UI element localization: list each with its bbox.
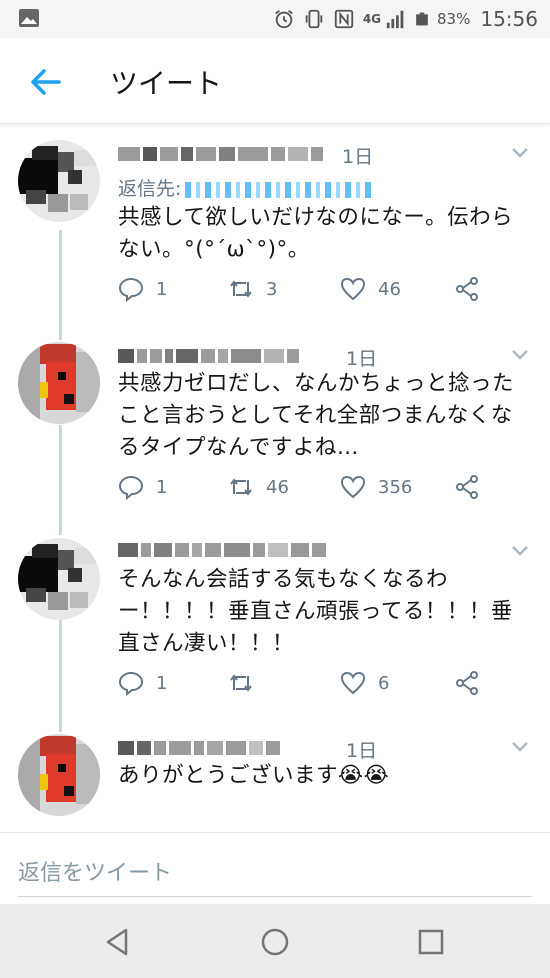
heart-icon — [340, 671, 366, 695]
like-count: 356 — [378, 476, 413, 498]
like-action[interactable]: 356 — [340, 474, 412, 500]
tweet-text: ありがとうございます😭😭 — [118, 763, 390, 788]
tweet-time: 1日 — [342, 146, 374, 168]
avatar[interactable] — [18, 342, 100, 424]
tweet-text: 共感力ゼロだし、なんかちょっと捻ったこと言おうとしてそれ全部つまんなくなるタイプ… — [118, 371, 515, 460]
app-bar: ツイート — [0, 38, 550, 124]
tweet-actions: 1 46 356 — [118, 474, 518, 504]
retweet-icon — [230, 674, 252, 692]
tweet-time: 1日 — [346, 348, 378, 370]
avatar[interactable] — [18, 140, 100, 222]
like-count: 46 — [378, 278, 401, 300]
image-icon — [19, 9, 39, 27]
reply-bar: 返信をツイート — [0, 832, 550, 904]
reply-action[interactable]: 1 — [118, 670, 167, 696]
nfc-icon — [334, 9, 353, 29]
avatar[interactable] — [18, 734, 100, 816]
tweet[interactable]: 1日 ありがとうございます😭😭 — [0, 722, 550, 832]
chevron-down-icon[interactable] — [510, 740, 530, 754]
retweet-icon — [230, 280, 252, 298]
share-action[interactable] — [454, 670, 480, 696]
like-count: 6 — [378, 672, 390, 694]
reply-count: 1 — [156, 476, 168, 498]
avatar[interactable] — [18, 538, 100, 620]
chevron-down-icon[interactable] — [510, 146, 530, 160]
retweet-icon — [230, 478, 252, 496]
tweet-time: 1日 — [346, 740, 378, 762]
tweet-actions: 1 6 — [118, 670, 518, 700]
reply-action[interactable]: 1 — [118, 474, 167, 500]
reply-to: 返信先: — [118, 174, 376, 201]
chevron-down-icon[interactable] — [510, 544, 530, 558]
author-name-blurred — [118, 738, 280, 758]
reply-count: 1 — [156, 278, 168, 300]
vibrate-icon — [305, 9, 323, 29]
reply-handle-blurred[interactable] — [185, 181, 376, 198]
tweet[interactable]: そんなん会話する気もなくなるわー！！！！垂直さん頑張ってる！！！垂直さん凄い！！… — [0, 526, 550, 726]
signal-icon — [386, 10, 404, 29]
nav-back-icon[interactable] — [102, 926, 134, 958]
share-action[interactable] — [454, 276, 480, 302]
heart-icon — [340, 277, 366, 301]
retweet-count: 3 — [266, 278, 278, 300]
arrow-left-icon[interactable] — [26, 62, 66, 102]
retweet-action[interactable]: 3 — [228, 276, 277, 302]
network-type: 4G — [362, 12, 382, 26]
like-action[interactable]: 6 — [340, 670, 389, 696]
tweet-actions: 1 3 46 — [118, 276, 518, 306]
nav-home-icon[interactable] — [259, 926, 291, 958]
share-icon — [456, 475, 478, 499]
reply-icon — [118, 671, 144, 696]
page-title: ツイート — [110, 67, 223, 100]
heart-icon — [340, 475, 366, 499]
author-name-blurred — [118, 144, 323, 164]
share-icon — [456, 671, 478, 695]
system-nav-bar — [0, 904, 550, 978]
share-action[interactable] — [454, 474, 480, 500]
reply-placeholder: 返信をツイート — [18, 861, 173, 886]
battery-icon — [416, 12, 428, 26]
clock: 15:56 — [480, 7, 538, 31]
reply-icon — [118, 475, 144, 500]
retweet-action[interactable] — [228, 670, 266, 696]
retweet-count: 46 — [266, 476, 289, 498]
retweet-action[interactable]: 46 — [228, 474, 289, 500]
tweet-text: 共感して欲しいだけなのになー。伝わらない。°(°´ω`°)°。 — [118, 205, 514, 262]
tweet[interactable]: 1日 返信先: 共感して欲しいだけなのになー。伝わらない。°(°´ω`°)°。 … — [0, 124, 550, 324]
tweet[interactable]: 1日 共感力ゼロだし、なんかちょっと捻ったこと言おうとしてそれ全部つまんなくなる… — [0, 330, 550, 530]
like-action[interactable]: 46 — [340, 276, 401, 302]
chevron-down-icon[interactable] — [510, 348, 530, 362]
reply-icon — [118, 277, 144, 302]
nav-recents-icon[interactable] — [415, 926, 447, 958]
reply-count: 1 — [156, 672, 168, 694]
battery-percent: 83% — [437, 10, 471, 28]
share-icon — [456, 277, 478, 301]
author-name-blurred — [118, 540, 326, 560]
reply-action[interactable]: 1 — [118, 276, 167, 302]
tweet-text: そんなん会話する気もなくなるわー！！！！垂直さん頑張ってる！！！垂直さん凄い！！… — [118, 567, 513, 656]
reply-input[interactable]: 返信をツイート — [18, 853, 532, 897]
alarm-icon — [275, 10, 293, 29]
reply-to-label: 返信先: — [118, 178, 182, 200]
status-bar: 4G 83% 15:56 — [0, 0, 550, 38]
author-name-blurred — [118, 346, 299, 366]
